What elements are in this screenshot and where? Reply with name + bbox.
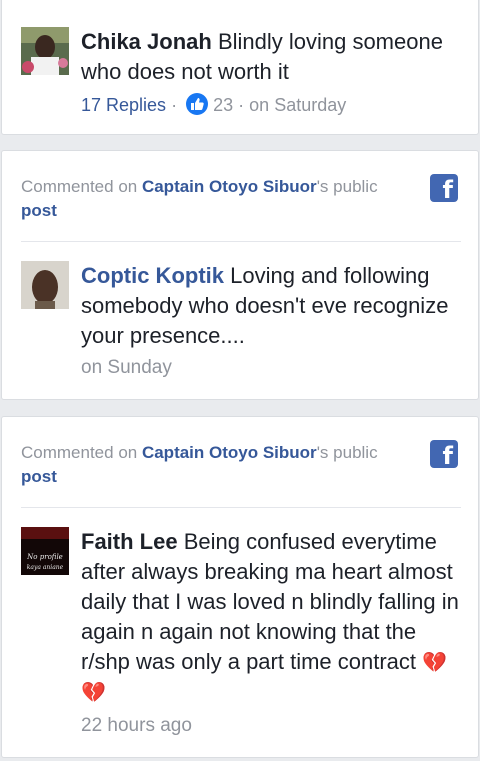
comment-context: Commented on Captain Otoyo Sibuor's publ… xyxy=(21,175,401,223)
context-prefix: Commented on xyxy=(21,443,142,462)
divider xyxy=(21,507,461,508)
comment-body: Chika Jonah Blindly loving someone who d… xyxy=(81,27,466,87)
page-link[interactable]: Captain Otoyo Sibuor xyxy=(142,443,317,462)
comment-card: Chika Jonah Blindly loving someone who d… xyxy=(1,0,479,135)
comment-meta: 22 hours ago xyxy=(81,714,192,738)
svg-text:kaya aniane: kaya aniane xyxy=(27,564,64,571)
avatar[interactable] xyxy=(21,27,69,75)
comment-meta: 17 Replies · 23 · on Saturday xyxy=(81,93,346,117)
comment-time[interactable]: on Saturday xyxy=(249,95,346,115)
meta-separator: · xyxy=(171,95,178,115)
comment-time[interactable]: 22 hours ago xyxy=(81,715,192,736)
comment-author[interactable]: Faith Lee xyxy=(81,529,178,554)
meta-separator: · xyxy=(238,95,245,115)
avatar[interactable] xyxy=(21,261,69,309)
comment-context: Commented on Captain Otoyo Sibuor's publ… xyxy=(21,441,401,489)
comment-card: Commented on Captain Otoyo Sibuor's publ… xyxy=(1,416,479,758)
context-suffix: 's public xyxy=(316,443,378,462)
like-count[interactable]: 23 xyxy=(213,95,233,115)
post-link[interactable]: post xyxy=(21,201,57,220)
facebook-icon: f xyxy=(430,440,458,468)
comment-author[interactable]: Chika Jonah xyxy=(81,29,212,54)
replies-link[interactable]: 17 Replies xyxy=(81,95,166,115)
comment-author[interactable]: Coptic Koptik xyxy=(81,263,224,288)
comment-card: Commented on Captain Otoyo Sibuor's publ… xyxy=(1,150,479,400)
post-link[interactable]: post xyxy=(21,467,57,486)
svg-text:No profile: No profile xyxy=(26,553,63,561)
context-prefix: Commented on xyxy=(21,177,142,196)
comment-time[interactable]: on Sunday xyxy=(81,357,172,378)
comment-meta: on Sunday xyxy=(81,356,172,380)
like-icon xyxy=(186,93,209,115)
comment-body: Coptic Koptik Loving and following someb… xyxy=(81,261,466,351)
avatar[interactable]: No profile kaya aniane xyxy=(21,527,69,575)
context-suffix: 's public xyxy=(316,177,378,196)
facebook-icon: f xyxy=(430,174,458,202)
comment-body: Faith Lee Being confused everytime after… xyxy=(81,527,466,707)
divider xyxy=(21,241,461,242)
page-link[interactable]: Captain Otoyo Sibuor xyxy=(142,177,317,196)
